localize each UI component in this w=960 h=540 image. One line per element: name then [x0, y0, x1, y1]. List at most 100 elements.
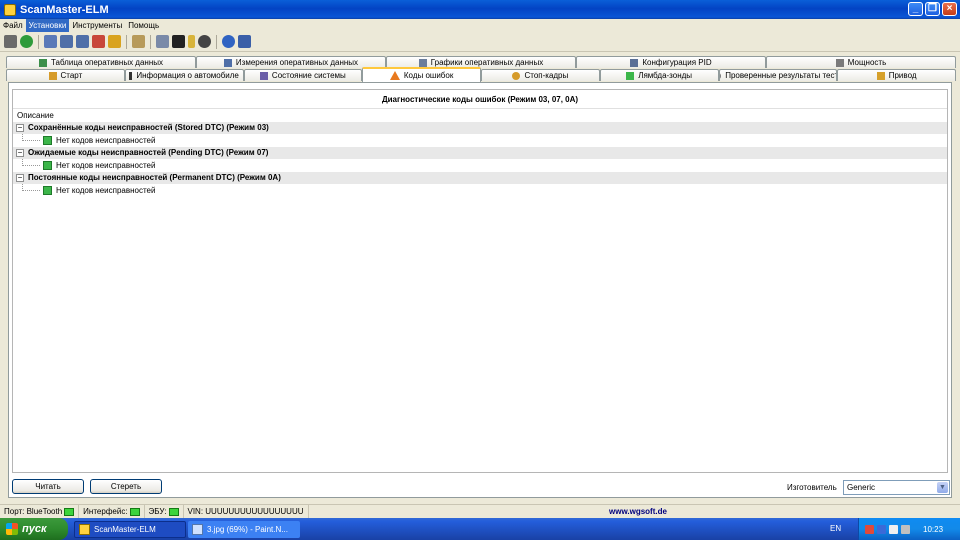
manufacturer-value: Generic: [847, 483, 876, 492]
monitor-icon[interactable]: [172, 35, 185, 48]
chart-icon[interactable]: [92, 35, 105, 48]
system-tray: 10:23: [858, 518, 960, 540]
status-icon: [259, 71, 268, 80]
tab-trouble-codes[interactable]: Коды ошибок: [362, 67, 481, 82]
manufacturer-select[interactable]: Generic ▼: [843, 480, 950, 495]
dtc-item-label: Нет кодов неисправностей: [56, 136, 156, 145]
dtc-item[interactable]: Нет кодов неисправностей: [13, 159, 947, 172]
toolbar-separator: [216, 34, 217, 49]
collapse-toggle[interactable]: −: [16, 174, 24, 182]
ok-check-icon: [43, 136, 52, 145]
menu-help[interactable]: Помощь: [125, 19, 162, 32]
tab-row-bottom: Старт Информация о автомобиле Состояние …: [6, 67, 956, 82]
toolbar: [0, 32, 960, 52]
taskbar-item-scanmaster[interactable]: ScanMaster-ELM: [74, 520, 186, 538]
status-port: Порт: BlueTooth: [0, 504, 80, 519]
tab-live-data-measurements[interactable]: Измерения оперативных данных: [196, 56, 386, 68]
read-button[interactable]: Читать: [12, 479, 84, 494]
collapse-toggle[interactable]: −: [16, 124, 24, 132]
group-label: Сохранённые коды неисправностей (Stored …: [28, 123, 269, 132]
dtc-group-pending[interactable]: − Ожидаемые коды неисправностей (Pending…: [13, 147, 947, 159]
warning-icon: [389, 71, 400, 80]
menu-bar: Файл Установки Инструменты Помощь: [0, 19, 960, 32]
info-icon[interactable]: [222, 35, 235, 48]
group-label: Ожидаемые коды неисправностей (Pending D…: [28, 148, 269, 157]
windows-logo-icon: [6, 523, 18, 535]
table-icon[interactable]: [76, 35, 89, 48]
menu-tools[interactable]: Инструменты: [69, 19, 125, 32]
dtc-item[interactable]: Нет кодов неисправностей: [13, 184, 947, 197]
tab-vehicle-info[interactable]: Информация о автомобиле: [124, 69, 244, 81]
dtc-group-stored[interactable]: − Сохранённые коды неисправностей (Store…: [13, 122, 947, 134]
taskbar: пуск ScanMaster-ELM 3.jpg (69%) - Paint.…: [0, 518, 960, 540]
dtc-tree[interactable]: Диагностические коды ошибок (Режим 03, 0…: [12, 89, 948, 473]
tab-freeze-frames[interactable]: Стоп-кадры: [481, 69, 600, 81]
wrench-icon[interactable]: [4, 35, 17, 48]
group-label: Постоянные коды неисправностей (Permanen…: [28, 173, 281, 182]
bluetooth-icon[interactable]: [877, 524, 886, 534]
network-icon[interactable]: [865, 524, 874, 534]
clear-button[interactable]: Стереть: [90, 479, 162, 494]
interface-led-icon: [129, 507, 140, 516]
status-bar: Порт: BlueTooth Интерфейс: ЭБУ: VIN: UUU…: [0, 504, 960, 519]
title-bar[interactable]: ScanMaster-ELM _ ❐ ×: [0, 0, 960, 19]
ecu-led-icon: [168, 507, 179, 516]
minimize-button[interactable]: _: [908, 2, 923, 16]
drive-icon: [876, 71, 885, 80]
tab-live-data-table[interactable]: Таблица оперативных данных: [6, 56, 196, 68]
dollar-icon[interactable]: [108, 35, 121, 48]
paint-icon: [192, 523, 203, 535]
table-icon[interactable]: [60, 35, 73, 48]
collapse-toggle[interactable]: −: [16, 149, 24, 157]
status-ecu: ЭБУ:: [145, 504, 184, 519]
menu-file[interactable]: Файл: [0, 19, 26, 32]
tab-system-status[interactable]: Состояние системы: [243, 69, 363, 81]
start-button[interactable]: пуск: [0, 518, 68, 540]
tab-test-results[interactable]: Проверенные результаты теста: [718, 69, 838, 81]
tab-start[interactable]: Старт: [6, 69, 125, 81]
app-icon: [79, 523, 90, 535]
dtc-item[interactable]: Нет кодов неисправностей: [13, 134, 947, 147]
taskbar-item-paint[interactable]: 3.jpg (69%) - Paint.N...: [188, 520, 300, 538]
comment-icon[interactable]: [156, 35, 169, 48]
grid-icon[interactable]: [44, 35, 57, 48]
chart-icon: [418, 58, 427, 67]
close-button[interactable]: ×: [942, 2, 957, 16]
table-icon: [38, 58, 47, 67]
status-vin: VIN: UUUUUUUUUUUUUUUUU: [184, 504, 309, 519]
menu-settings[interactable]: Установки: [25, 19, 70, 32]
tab-pid-config[interactable]: Конфигурация PID: [576, 56, 766, 68]
chevron-down-icon[interactable]: ▼: [937, 482, 948, 493]
gear-icon[interactable]: [198, 35, 211, 48]
dtc-title: Диагностические коды ошибок (Режим 03, 0…: [13, 90, 947, 109]
website-link[interactable]: www.wgsoft.de: [609, 507, 667, 516]
grid-icon: [223, 58, 232, 67]
battery-icon[interactable]: [188, 35, 195, 48]
security-icon[interactable]: [889, 524, 898, 534]
dtc-group-permanent[interactable]: − Постоянные коды неисправностей (Perman…: [13, 172, 947, 184]
info-icon: [129, 71, 133, 80]
gear-icon: [719, 71, 722, 80]
globe-icon[interactable]: [20, 35, 33, 48]
sensor-icon: [626, 71, 635, 80]
column-header-description[interactable]: Описание: [13, 109, 947, 122]
app-icon: [4, 3, 16, 16]
language-indicator[interactable]: EN: [830, 524, 841, 533]
dtc-item-label: Нет кодов неисправностей: [56, 186, 156, 195]
restore-button[interactable]: ❐: [925, 2, 940, 16]
toolbar-separator: [38, 34, 39, 49]
tab-lambda-sensors[interactable]: Лямбда-зонды: [599, 69, 719, 81]
clock[interactable]: 10:23: [923, 525, 943, 534]
book-icon[interactable]: [238, 35, 251, 48]
tree-connector: [22, 184, 40, 191]
tab-drive[interactable]: Привод: [837, 69, 956, 81]
tab-power[interactable]: Мощность: [766, 56, 956, 68]
clipboard-icon[interactable]: [132, 35, 145, 48]
window-controls: _ ❐ ×: [908, 2, 957, 16]
dtc-panel: Диагностические коды ошибок (Режим 03, 0…: [8, 82, 952, 498]
car-icon: [835, 58, 844, 67]
status-interface: Интерфейс:: [79, 504, 145, 519]
tree-connector: [22, 134, 40, 141]
toolbar-separator: [126, 34, 127, 49]
volume-icon[interactable]: [901, 524, 910, 534]
